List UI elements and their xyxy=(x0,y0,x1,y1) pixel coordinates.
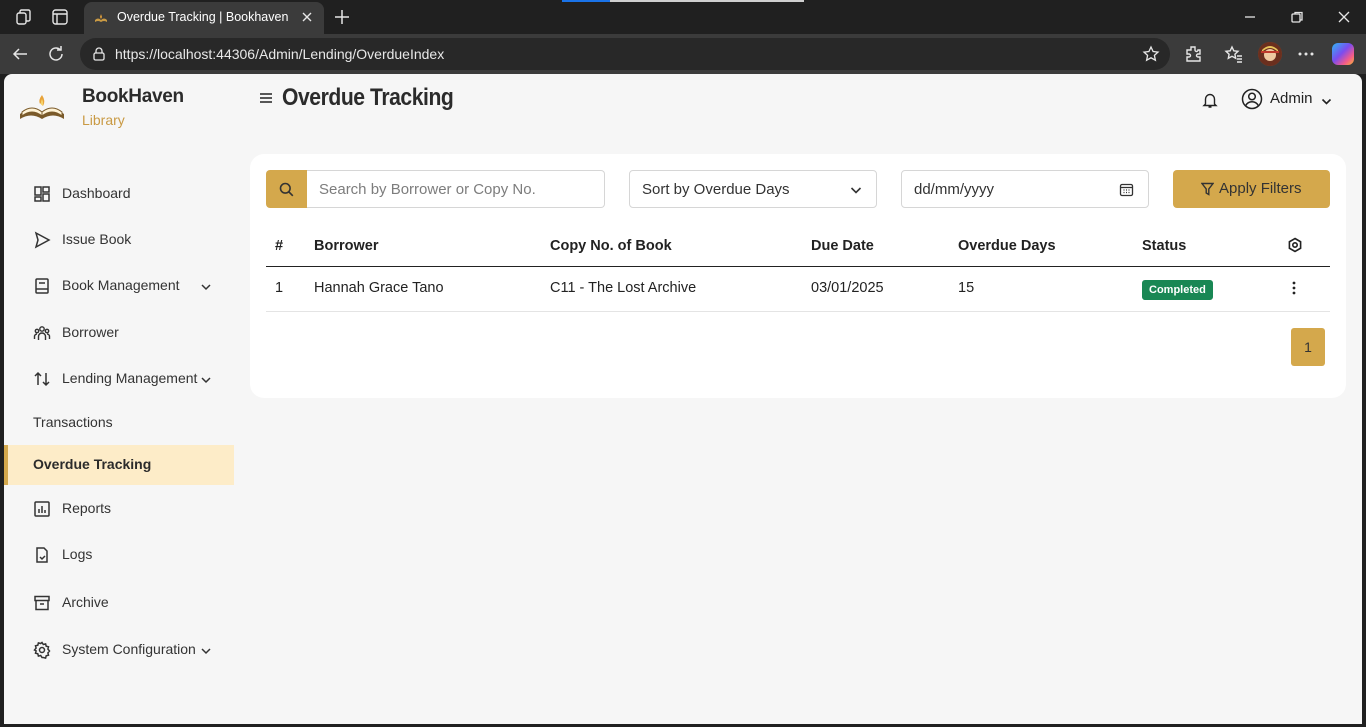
table-row-divider xyxy=(266,311,1330,312)
cell-borrower: Hannah Grace Tano xyxy=(314,280,444,296)
browser-tab-active[interactable]: Overdue Tracking | Bookhaven xyxy=(84,2,324,34)
book-icon xyxy=(33,277,51,295)
chevron-down-icon xyxy=(200,644,212,656)
page-title: Overdue Tracking xyxy=(282,84,454,111)
chevron-down-icon xyxy=(850,187,862,194)
profile-avatar[interactable] xyxy=(1258,42,1282,66)
tab-actions-icon[interactable] xyxy=(50,7,70,27)
sidebar-item-logs[interactable]: Logs xyxy=(4,535,234,575)
sidebar-item-label: Issue Book xyxy=(62,231,132,247)
pagination-page-button[interactable]: 1 xyxy=(1291,328,1325,366)
sidebar-item-label: Book Management xyxy=(62,277,180,293)
sidebar-item-dashboard[interactable]: Dashboard xyxy=(4,174,234,214)
send-icon xyxy=(33,231,51,249)
filter-icon xyxy=(1201,182,1214,196)
url-text: https://localhost:44306/Admin/Lending/Ov… xyxy=(115,46,445,62)
lock-icon[interactable] xyxy=(91,46,107,62)
browser-address-bar: https://localhost:44306/Admin/Lending/Ov… xyxy=(0,34,1366,74)
dashboard-icon xyxy=(33,185,51,203)
refresh-icon[interactable] xyxy=(46,44,66,64)
sort-select-value: Sort by Overdue Days xyxy=(642,181,790,198)
page-viewport: BookHaven Library Dashboard Issue Book B… xyxy=(4,74,1362,724)
copilot-icon[interactable] xyxy=(1332,43,1354,65)
sidebar-item-transactions[interactable]: Transactions xyxy=(4,403,234,443)
cell-number: 1 xyxy=(275,280,284,296)
sidebar-item-label: Archive xyxy=(62,594,109,610)
sidebar-item-borrower[interactable]: Borrower xyxy=(4,313,234,353)
row-actions-icon[interactable] xyxy=(1286,280,1302,296)
table-header-divider xyxy=(266,266,1330,267)
bell-icon[interactable] xyxy=(1201,91,1219,109)
sidebar-item-label: Dashboard xyxy=(62,185,131,201)
arrows-updown-icon xyxy=(33,370,51,388)
new-tab-icon[interactable] xyxy=(332,7,352,27)
date-placeholder: dd/mm/yyyy xyxy=(914,181,995,198)
loading-strip xyxy=(562,0,804,2)
sidebar-item-label: System Configuration xyxy=(62,641,196,657)
brand-subtitle: Library xyxy=(82,112,125,128)
overdue-card: Sort by Overdue Days dd/mm/yyyy Apply Fi… xyxy=(250,154,1346,398)
status-badge: Completed xyxy=(1142,280,1213,300)
column-header-status[interactable]: Status xyxy=(1142,238,1186,254)
extensions-icon[interactable] xyxy=(1183,44,1203,64)
workspaces-icon[interactable] xyxy=(14,7,34,27)
date-filter-input[interactable]: dd/mm/yyyy xyxy=(901,170,1149,208)
column-header-overdue-days[interactable]: Overdue Days xyxy=(958,238,1056,254)
restore-icon[interactable] xyxy=(1288,8,1306,26)
cell-copy: C11 - The Lost Archive xyxy=(550,280,697,296)
cell-overdue-days: 15 xyxy=(958,280,975,296)
sidebar-item-label: Transactions xyxy=(33,414,113,430)
column-header-borrower[interactable]: Borrower xyxy=(314,238,378,254)
favorite-star-icon[interactable] xyxy=(1142,45,1160,63)
gear-icon xyxy=(33,641,51,660)
sidebar-item-label: Overdue Tracking xyxy=(33,456,152,472)
sidebar-item-overdue-tracking[interactable]: Overdue Tracking xyxy=(4,445,234,485)
search-icon xyxy=(279,182,294,197)
user-avatar-icon[interactable] xyxy=(1241,88,1263,110)
search-input[interactable] xyxy=(307,170,605,208)
bookhaven-favicon xyxy=(94,11,108,25)
url-bar[interactable]: https://localhost:44306/Admin/Lending/Ov… xyxy=(80,38,1170,70)
sidebar-item-issue-book[interactable]: Issue Book xyxy=(4,220,234,260)
apply-filters-label: Apply Filters xyxy=(1219,180,1302,197)
column-settings-icon[interactable] xyxy=(1287,237,1303,253)
sidebar-item-system-configuration[interactable]: System Configuration xyxy=(4,630,234,670)
back-icon[interactable] xyxy=(10,44,30,64)
sort-select[interactable]: Sort by Overdue Days xyxy=(629,170,877,208)
calendar-icon[interactable] xyxy=(1119,182,1134,197)
close-tab-icon[interactable] xyxy=(300,10,314,24)
apply-filters-button[interactable]: Apply Filters xyxy=(1173,170,1330,208)
sidebar-item-lending-management[interactable]: Lending Management xyxy=(4,359,234,399)
sidebar-item-book-management[interactable]: Book Management xyxy=(4,266,234,306)
tab-title: Overdue Tracking | Bookhaven xyxy=(117,10,289,24)
sidebar-item-archive[interactable]: Archive xyxy=(4,583,234,623)
users-icon xyxy=(33,324,51,342)
column-header-due-date[interactable]: Due Date xyxy=(811,238,874,254)
column-header-copy[interactable]: Copy No. of Book xyxy=(550,238,672,254)
menu-toggle-icon[interactable] xyxy=(259,91,273,105)
favorites-icon[interactable] xyxy=(1224,44,1244,64)
brand-name: BookHaven xyxy=(82,86,184,107)
chevron-down-icon[interactable] xyxy=(1321,94,1332,105)
minimize-icon[interactable] xyxy=(1241,8,1259,26)
sidebar-item-label: Lending Management xyxy=(62,370,198,386)
column-header-number: # xyxy=(275,238,284,254)
chevron-down-icon xyxy=(200,373,212,385)
bookhaven-logo xyxy=(18,92,66,126)
sidebar-item-label: Logs xyxy=(62,546,93,562)
sidebar-item-label: Borrower xyxy=(62,324,119,340)
cell-due-date: 03/01/2025 xyxy=(811,280,884,296)
search-button[interactable] xyxy=(266,170,307,208)
archive-icon xyxy=(33,594,51,612)
chart-icon xyxy=(33,500,51,518)
more-menu-icon[interactable] xyxy=(1296,44,1316,64)
browser-tab-bar: Overdue Tracking | Bookhaven xyxy=(0,0,1366,34)
sidebar-item-reports[interactable]: Reports xyxy=(4,489,234,529)
sidebar-item-label: Reports xyxy=(62,500,112,516)
close-window-icon[interactable] xyxy=(1335,8,1353,26)
user-menu-label[interactable]: Admin xyxy=(1270,90,1313,107)
file-icon xyxy=(33,546,51,564)
chevron-down-icon xyxy=(200,280,212,292)
